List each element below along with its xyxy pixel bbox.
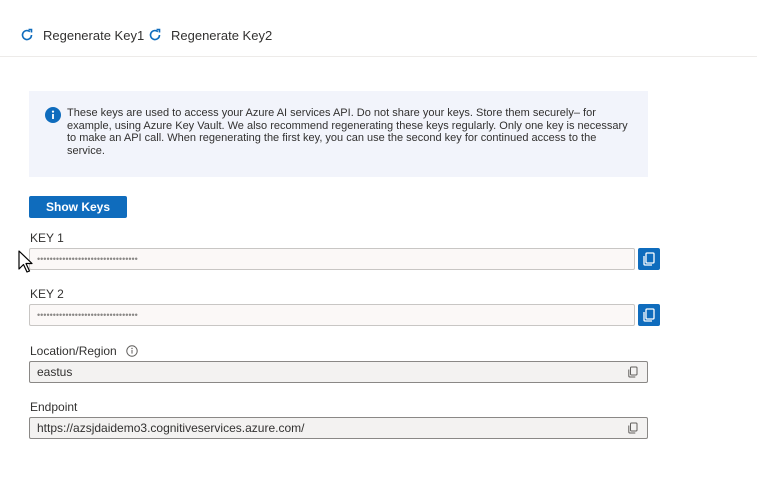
info-message-text: These keys are used to access your Azure… <box>67 107 628 157</box>
copy-icon <box>643 252 655 266</box>
key2-value: •••••••••••••••••••••••••••••••• <box>37 310 138 320</box>
location-field[interactable]: eastus <box>29 361 648 383</box>
command-bar: Regenerate Key1 Regenerate Key2 <box>0 0 757 57</box>
regenerate-key2-label: Regenerate Key2 <box>171 27 273 43</box>
key2-field[interactable]: •••••••••••••••••••••••••••••••• <box>29 304 635 326</box>
info-message-bar: These keys are used to access your Azure… <box>29 91 648 177</box>
regenerate-key1-button[interactable]: Regenerate Key1 <box>19 25 144 45</box>
refresh-icon <box>147 27 163 43</box>
endpoint-label: Endpoint <box>30 400 78 414</box>
endpoint-value: https://azsjdaidemo3.cognitiveservices.a… <box>37 421 305 435</box>
refresh-icon <box>19 27 35 43</box>
endpoint-field[interactable]: https://azsjdaidemo3.cognitiveservices.a… <box>29 417 648 439</box>
location-label: Location/Region <box>30 344 117 358</box>
mouse-cursor-icon <box>18 250 36 279</box>
copy-key1-button[interactable] <box>638 248 660 270</box>
key1-field[interactable]: •••••••••••••••••••••••••••••••• <box>29 248 635 270</box>
show-keys-button[interactable]: Show Keys <box>29 196 127 218</box>
regenerate-key2-button[interactable]: Regenerate Key2 <box>147 25 272 45</box>
key1-value: •••••••••••••••••••••••••••••••• <box>37 254 138 264</box>
copy-icon[interactable] <box>627 366 639 378</box>
info-icon <box>45 107 61 123</box>
regenerate-key1-label: Regenerate Key1 <box>43 27 145 43</box>
key2-label: KEY 2 <box>30 287 64 301</box>
info-icon[interactable] <box>126 345 138 360</box>
location-value: eastus <box>37 365 73 379</box>
copy-icon[interactable] <box>627 422 639 434</box>
copy-icon <box>643 308 655 322</box>
key1-label: KEY 1 <box>30 231 64 245</box>
location-label-row: Location/Region <box>30 344 138 360</box>
copy-key2-button[interactable] <box>638 304 660 326</box>
